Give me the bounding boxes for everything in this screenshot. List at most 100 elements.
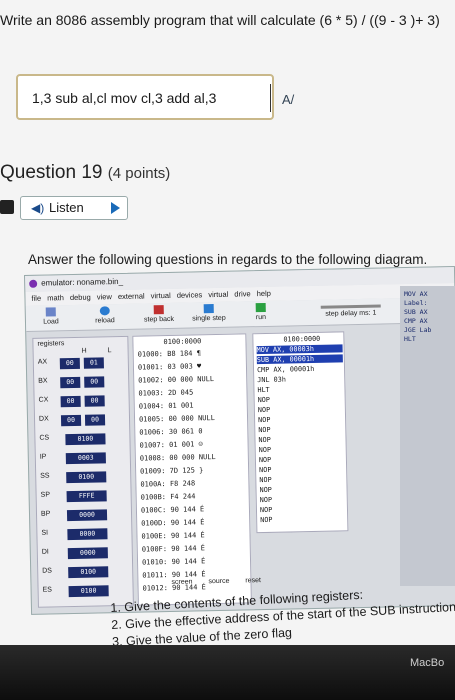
step-back-icon <box>153 305 164 315</box>
memory-panel: 0100:0000 01000: B8 184 ¶ 01001: 03 003 ♥… <box>132 333 252 606</box>
register-name: BX <box>38 377 48 385</box>
memory-line: 01006: 30 061 0 <box>139 427 203 437</box>
register-value[interactable]: 00 <box>59 357 80 370</box>
listen-label: Listen <box>49 200 84 215</box>
register-name: CS <box>39 434 50 442</box>
memory-line: 0100E: 90 144 É <box>141 531 205 541</box>
register-value[interactable]: 0100 <box>65 433 106 446</box>
disassembly-line: HLT <box>257 385 270 395</box>
emulator-screenshot: emulator: noname.bin_ file math debug vi… <box>24 265 455 615</box>
run-button: run <box>238 302 284 322</box>
register-value[interactable]: 0000 <box>67 547 108 560</box>
memory-line: 01005: 00 000 NULL <box>138 414 215 424</box>
registers-header: registers <box>37 340 65 348</box>
register-value[interactable]: 0003 <box>65 452 106 465</box>
register-name: CX <box>38 396 49 404</box>
app-icon <box>29 279 38 288</box>
register-value[interactable]: 0000 <box>66 509 108 522</box>
memory-line: 0100C: 90 144 É <box>140 505 205 515</box>
spellcheck-icon[interactable]: A/ <box>282 92 294 107</box>
single-step-button: single step <box>186 304 232 323</box>
memory-line: 01008: 00 000 NULL <box>139 453 216 463</box>
memory-line: 01007: 01 001 ☺ <box>139 440 203 450</box>
register-name: ES <box>42 586 53 594</box>
side-code-line: Label: <box>404 299 428 307</box>
disassembly-line: NOP <box>259 495 273 505</box>
register-name: AX <box>37 358 48 366</box>
memory-line: 01000: B8 184 ¶ <box>137 349 201 359</box>
reg-col-l: L <box>107 347 112 355</box>
question-points: (4 points) <box>107 165 171 182</box>
reset-button: reset <box>245 577 262 585</box>
register-name: SP <box>40 491 51 499</box>
register-value[interactable]: 0000 <box>67 528 108 541</box>
memory-header: 0100:0000 <box>163 337 202 347</box>
disassembly-line: NOP <box>258 455 272 465</box>
side-code-line: MOV AX <box>404 290 428 298</box>
listen-button[interactable]: ◀) Listen <box>20 196 128 220</box>
load-icon <box>45 307 56 317</box>
text-caret <box>270 84 271 112</box>
register-name: DX <box>38 415 49 423</box>
memory-line: 01010: 90 144 É <box>141 557 206 567</box>
disassembly-panel: 0100:0000 MOV AX, 00003h SUB AX, 00001h CM… <box>252 331 349 534</box>
disassembly-line: NOP <box>258 435 271 445</box>
single-step-icon <box>203 304 214 314</box>
listen-bar: ◀) Listen <box>0 196 130 220</box>
question-title: Question 19 <box>0 162 103 183</box>
register-value[interactable]: 00 <box>84 414 106 426</box>
memory-line: 0100D: 90 144 É <box>141 518 205 528</box>
answer-text: 1,3 sub al,cl mov cl,3 add al,3 <box>32 90 217 106</box>
registers-panel: registers H L AX 00 01 BX 00 00 CX 00 00 DX 00 00 CS… <box>32 335 134 608</box>
memory-line: 01002: 00 000 NULL <box>138 375 215 385</box>
step-delay-control: step delay ms: 1 <box>306 300 396 318</box>
question-prompt: Write an 8086 assembly program that will… <box>0 12 440 28</box>
memory-line: 01009: 7D 125 } <box>140 466 204 476</box>
register-value[interactable]: FFFE <box>66 490 107 503</box>
register-value[interactable]: 00 <box>60 395 81 408</box>
register-value[interactable]: 00 <box>84 395 105 407</box>
register-value[interactable]: 00 <box>84 376 105 388</box>
side-code-line: CMP AX <box>404 317 428 325</box>
disassembly-line: JNL 03h <box>257 375 286 385</box>
register-name: IP <box>39 453 47 461</box>
register-value[interactable]: 0100 <box>68 566 109 579</box>
register-value[interactable]: 0100 <box>66 471 107 484</box>
register-value[interactable]: 00 <box>60 376 81 389</box>
play-icon <box>111 202 120 214</box>
register-value[interactable]: 0100 <box>68 585 109 598</box>
memory-line: 01003: 2D 045 <box>138 388 194 398</box>
disassembly-line: NOP <box>259 485 272 495</box>
disassembly-line: NOP <box>260 515 273 525</box>
disassembly-line: CMP AX, 00001h <box>256 364 315 375</box>
source-button: source <box>208 577 230 586</box>
register-name: DI <box>41 548 49 556</box>
disassembly-line: NOP <box>258 415 271 425</box>
reload-button: reload <box>82 306 128 325</box>
disassembly-line: SUB AX, 00001h <box>256 354 343 365</box>
disassembly-line: NOP <box>257 405 271 415</box>
disassembly-line: NOP <box>259 505 273 515</box>
laptop-bezel <box>0 645 455 700</box>
register-name: SI <box>41 529 49 537</box>
disassembly-line: NOP <box>259 465 272 475</box>
register-value[interactable]: 00 <box>60 414 82 427</box>
answer-input[interactable]: 1,3 sub al,cl mov cl,3 add al,3 <box>16 74 274 120</box>
memory-line: 0100F: 90 144 É <box>141 544 206 554</box>
run-icon <box>255 302 266 313</box>
memory-line: 01001: 03 003 ♥ <box>137 362 202 372</box>
menu-icon[interactable] <box>0 200 14 214</box>
screen-button: screen <box>171 578 193 586</box>
memory-line: 0100B: F4 244 <box>140 492 196 502</box>
side-code-line: HLT <box>404 335 416 343</box>
register-value[interactable]: 01 <box>83 357 104 369</box>
reload-icon <box>99 306 110 316</box>
side-code-line: SUB AX <box>404 308 428 316</box>
side-code-line: JGE Lab <box>404 326 432 334</box>
memory-line: 0100A: F8 248 <box>140 479 196 489</box>
disassembly-line: NOP <box>257 395 271 405</box>
disassembly-line: MOV AX, 00003h <box>256 344 343 355</box>
disassembly-header: 0100:0000 <box>283 334 321 344</box>
disassembly-line: NOP <box>258 445 272 455</box>
speaker-icon: ◀) <box>31 201 45 215</box>
